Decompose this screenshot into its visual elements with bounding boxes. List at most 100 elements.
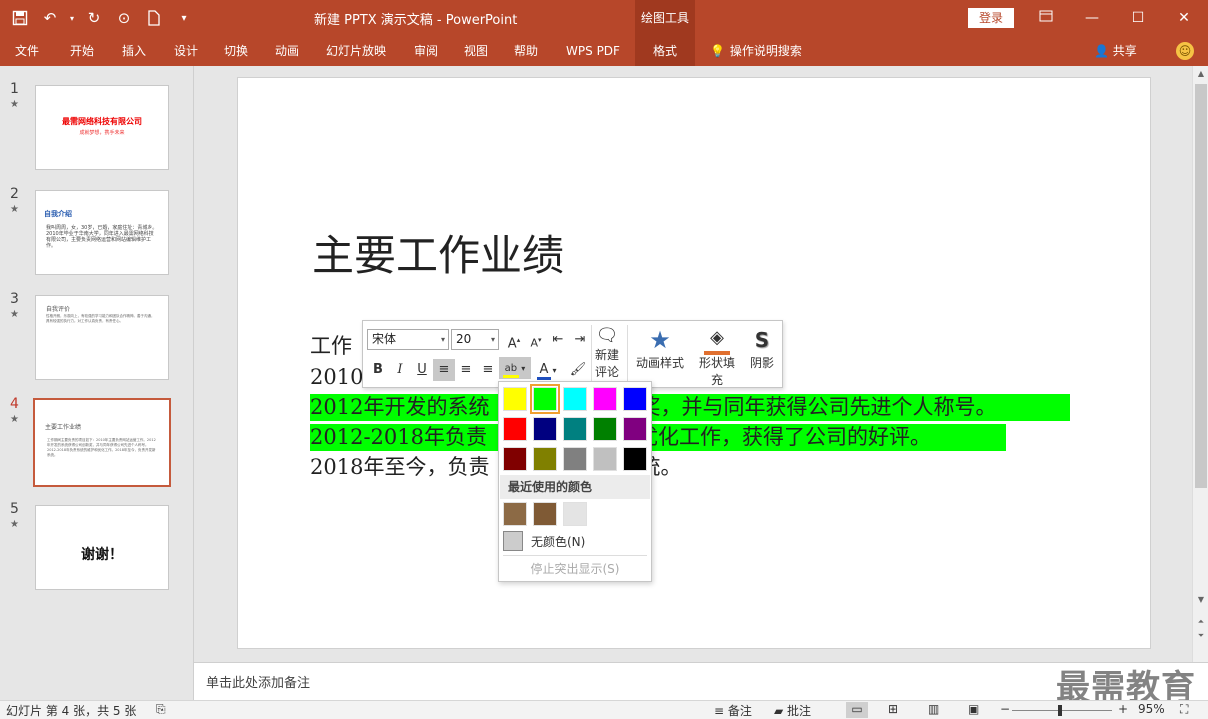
color-swatch[interactable] <box>533 417 557 441</box>
new-file-icon[interactable] <box>142 6 166 30</box>
tab-wps-pdf[interactable]: WPS PDF <box>558 36 628 66</box>
login-button[interactable]: 登录 <box>968 8 1014 28</box>
highlight-color-button[interactable]: ab ▾ <box>499 357 531 379</box>
zoom-out-icon[interactable]: − <box>1000 702 1010 716</box>
increase-indent-icon[interactable]: ⇥ <box>569 329 591 351</box>
no-color-option[interactable]: 无颜色(N) <box>531 533 585 550</box>
scroll-down-icon[interactable]: ▼ <box>1193 592 1208 608</box>
tab-file[interactable]: 文件 <box>6 36 48 66</box>
fit-slide-icon[interactable]: ⛶ <box>1180 702 1188 717</box>
tab-help[interactable]: 帮助 <box>502 36 550 66</box>
slide-thumbnail-4[interactable]: 主要工作业绩 工作期间主要负责的项目如下：2010年主要负责网站运营工作。201… <box>33 398 171 487</box>
zoom-level[interactable]: 95% <box>1138 702 1165 716</box>
slide-text-line[interactable]: 工作 <box>310 333 352 360</box>
zoom-slider-knob[interactable] <box>1058 705 1062 716</box>
recent-color-swatch[interactable] <box>533 502 557 526</box>
format-painter-icon[interactable]: 🖌 <box>567 359 589 381</box>
bold-icon[interactable]: B <box>367 359 389 381</box>
recent-color-swatch[interactable] <box>503 502 527 526</box>
thumb-title: 自我介绍 <box>44 210 72 218</box>
tab-slideshow[interactable]: 幻灯片放映 <box>318 36 394 66</box>
italic-icon[interactable]: I <box>389 359 411 381</box>
slide-sorter-icon[interactable]: ⊞ <box>888 702 898 716</box>
undo-icon[interactable]: ↶ <box>38 6 62 30</box>
recent-color-swatch[interactable] <box>563 502 587 526</box>
scrollbar-thumb[interactable] <box>1195 84 1207 488</box>
status-bar: 幻灯片 第 4 张，共 5 张 ⎘ ≡ 备注 ▰ 批注 ▭ ⊞ ▥ ▣ − + … <box>0 700 1208 719</box>
tab-review[interactable]: 审阅 <box>402 36 450 66</box>
tell-me-search[interactable]: 💡 操作说明搜索 <box>710 36 802 66</box>
color-swatch[interactable] <box>533 447 557 471</box>
minimize-icon[interactable]: — <box>1080 6 1104 30</box>
color-swatch[interactable] <box>563 447 587 471</box>
shadow-button[interactable]: S 阴影 <box>747 325 777 372</box>
underline-icon[interactable]: U <box>411 359 433 381</box>
slide-title[interactable]: 主要工作业绩 <box>312 222 564 283</box>
tab-design[interactable]: 设计 <box>162 36 210 66</box>
scroll-up-icon[interactable]: ▲ <box>1193 66 1208 82</box>
share-button[interactable]: 👤 共享 <box>1094 36 1137 66</box>
slide-text-line-highlighted[interactable]: 2012年开发的系统 奖，并与同年获得公司先进个人称号。 <box>310 394 1070 421</box>
slide-thumbnail-5[interactable]: 谢谢！ <box>35 505 169 590</box>
increase-font-size-icon[interactable]: A▴ <box>503 329 525 351</box>
color-swatch[interactable] <box>593 447 617 471</box>
font-size-combo[interactable]: 20 ▾ <box>451 329 499 350</box>
save-icon[interactable] <box>8 6 32 30</box>
color-swatch[interactable] <box>593 417 617 441</box>
color-swatch[interactable] <box>593 387 617 411</box>
color-swatch[interactable] <box>563 417 587 441</box>
spellcheck-icon[interactable]: ⎘ <box>156 702 166 717</box>
redo-icon[interactable]: ↻ <box>82 6 106 30</box>
next-slide-icon[interactable]: ⏷ <box>1193 628 1208 644</box>
zoom-in-icon[interactable]: + <box>1118 702 1128 716</box>
color-swatch[interactable] <box>503 417 527 441</box>
color-swatch[interactable] <box>503 387 527 411</box>
chevron-down-icon[interactable]: ▾ <box>68 6 76 30</box>
decrease-font-size-icon[interactable]: A▾ <box>525 329 547 351</box>
no-color-icon[interactable] <box>503 531 523 551</box>
align-center-icon[interactable]: ≡ <box>455 359 477 381</box>
new-comment-button[interactable]: 🗨 新建评论 <box>592 325 622 381</box>
tab-insert[interactable]: 插入 <box>110 36 158 66</box>
slide-thumbnail-3[interactable]: 自我评价 性格开朗，乐观向上，有较强的学习能力和团队合作精神。善于沟通，具有较强… <box>35 295 169 380</box>
color-swatch[interactable] <box>623 417 647 441</box>
zoom-slider-track[interactable] <box>1012 710 1112 711</box>
slide-thumbnail-1[interactable]: 最需网络科技有限公司 成就梦想，携手未来 <box>35 85 169 170</box>
font-color-button[interactable]: A ▾ <box>533 359 563 381</box>
color-swatch[interactable] <box>530 384 560 414</box>
slide-thumbnail-2[interactable]: 自我介绍 我叫周周，女，30岁，已婚，家庭住址：青城乡。2010年毕业于华南大学… <box>35 190 169 275</box>
color-swatch[interactable] <box>623 387 647 411</box>
tab-format[interactable]: 格式 <box>635 36 695 66</box>
feedback-smiley-icon[interactable]: ☺ <box>1176 42 1194 60</box>
normal-view-icon[interactable]: ▭ <box>846 702 868 718</box>
customize-qat-icon[interactable]: ▾ <box>172 6 196 30</box>
slide-text-line-highlighted[interactable]: 2012-2018年负责 优化工作，获得了公司的好评。 <box>310 424 1006 451</box>
color-swatch[interactable] <box>503 447 527 471</box>
align-left-icon[interactable]: ≡ <box>433 359 455 381</box>
maximize-icon[interactable]: ☐ <box>1126 6 1150 30</box>
color-swatch[interactable] <box>623 447 647 471</box>
close-icon[interactable]: ✕ <box>1172 6 1196 30</box>
slide-info: 幻灯片 第 4 张，共 5 张 <box>6 704 137 718</box>
start-slideshow-icon[interactable]: ⊙ <box>112 6 136 30</box>
vertical-scrollbar[interactable]: ▲ ▼ ⏶ ⏷ <box>1192 66 1208 662</box>
animation-star-icon: ★ <box>10 414 19 425</box>
align-right-icon[interactable]: ≡ <box>477 359 499 381</box>
notes-toggle[interactable]: ≡ 备注 <box>714 702 752 719</box>
font-name-combo[interactable]: 宋体 ▾ <box>367 329 449 350</box>
slide-text-line[interactable]: 2010 <box>310 364 363 391</box>
stop-highlight-option[interactable]: 停止突出显示(S) <box>499 560 651 577</box>
notes-placeholder: 单击此处添加备注 <box>206 676 311 691</box>
tab-transitions[interactable]: 切换 <box>212 36 260 66</box>
ribbon-display-options-icon[interactable] <box>1034 6 1058 30</box>
shape-fill-button[interactable]: ◈ 形状填充 <box>695 325 739 389</box>
color-swatch[interactable] <box>563 387 587 411</box>
tab-animations[interactable]: 动画 <box>263 36 311 66</box>
decrease-indent-icon[interactable]: ⇤ <box>547 329 569 351</box>
slideshow-view-icon[interactable]: ▣ <box>968 702 979 716</box>
tab-view[interactable]: 视图 <box>452 36 500 66</box>
animation-styles-button[interactable]: ★ 动画样式 <box>633 325 687 372</box>
reading-view-icon[interactable]: ▥ <box>928 702 939 716</box>
tab-home[interactable]: 开始 <box>58 36 106 66</box>
comments-toggle[interactable]: ▰ 批注 <box>774 702 811 719</box>
